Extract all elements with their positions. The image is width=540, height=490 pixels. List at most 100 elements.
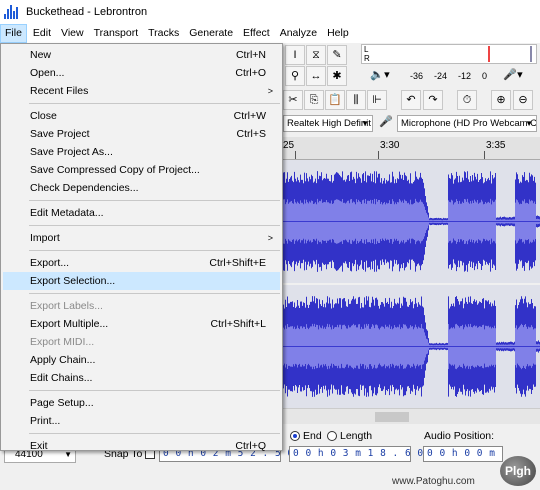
menu-item-save-compressed[interactable]: Save Compressed Copy of Project...: [1, 161, 282, 179]
menu-tracks[interactable]: Tracks: [144, 24, 183, 43]
menu-item-new[interactable]: New Ctrl+N: [1, 46, 282, 64]
timeshift-tool-icon[interactable]: ↔: [306, 66, 326, 86]
envelope-tool-icon[interactable]: ⧖: [306, 45, 326, 65]
menu-item-label: Edit Chains...: [30, 372, 93, 384]
menu-item-label: Save Project: [30, 128, 90, 140]
chevron-right-icon: >: [267, 86, 273, 96]
zoom-in-icon[interactable]: ⊕: [491, 90, 511, 110]
menu-file[interactable]: File: [0, 24, 27, 43]
db-label-36: -36: [410, 71, 424, 81]
selection-tool-icon[interactable]: I: [285, 45, 305, 65]
menu-item-label: Save Project As...: [30, 146, 113, 158]
selection-end-time[interactable]: 0 0 h 0 3 m 1 8 . 6 0 8 s: [289, 446, 448, 462]
menu-item-edit-chains[interactable]: Edit Chains...: [1, 369, 282, 387]
menu-item-label: Recent Files: [30, 85, 89, 97]
cut-icon[interactable]: ✂: [283, 90, 303, 110]
ruler-tick: [378, 151, 379, 159]
timeline-ruler[interactable]: 25 3:30 3:35: [283, 137, 540, 160]
menu-item-check-dependencies[interactable]: Check Dependencies...: [1, 179, 282, 197]
audacity-window: { "window": { "title": "Buckethead - Leb…: [0, 0, 540, 490]
menu-item-export-multiple[interactable]: Export Multiple... Ctrl+Shift+L: [1, 315, 282, 333]
menu-item-close[interactable]: Close Ctrl+W: [1, 107, 282, 125]
zoom-tool-icon[interactable]: ⚲: [285, 66, 305, 86]
menu-item-shortcut: Ctrl+S: [236, 128, 266, 140]
horizontal-scrollbar[interactable]: [283, 408, 540, 424]
menu-item-label: Save Compressed Copy of Project...: [30, 164, 200, 176]
db-label-12: -12: [458, 71, 472, 81]
menu-item-label: Export Selection...: [30, 275, 116, 287]
menu-item-shortcut: Ctrl+Q: [235, 440, 266, 452]
menu-separator: [29, 390, 280, 391]
file-menu-dropdown: New Ctrl+N Open... Ctrl+O Recent Files > Cl…: [0, 43, 283, 452]
menu-item-label: Close: [30, 110, 57, 122]
audacity-logo-icon: [4, 5, 20, 19]
waveform-track-left[interactable]: [283, 160, 540, 283]
microphone-icon: 🎤: [379, 116, 393, 128]
redo-icon[interactable]: ↷: [423, 90, 443, 110]
menu-item-save-project[interactable]: Save Project Ctrl+S: [1, 125, 282, 143]
menu-item-edit-metadata[interactable]: Edit Metadata...: [1, 204, 282, 222]
meter-peak-marker: [488, 46, 490, 62]
menu-item-label: Print...: [30, 415, 61, 427]
microphone-volume-icon[interactable]: 🎤▾: [493, 66, 533, 86]
waveform-track-right[interactable]: [283, 285, 540, 408]
menu-item-label: Export...: [30, 257, 70, 269]
paste-icon[interactable]: 📋: [325, 90, 345, 110]
menu-item-label: Edit Metadata...: [30, 207, 104, 219]
length-radio-button[interactable]: [327, 431, 337, 441]
trim-icon[interactable]: ⫼: [346, 90, 366, 110]
undo-icon[interactable]: ↶: [401, 90, 421, 110]
sync-lock-icon[interactable]: ⏱: [457, 90, 477, 110]
zoom-out-icon[interactable]: ⊖: [513, 90, 533, 110]
menu-item-export-labels[interactable]: Export Labels...: [1, 297, 282, 315]
multi-tool-icon[interactable]: ✱: [327, 66, 347, 86]
ruler-label: 3:35: [486, 140, 506, 151]
menu-analyze[interactable]: Analyze: [276, 24, 321, 43]
menu-view[interactable]: View: [57, 24, 88, 43]
menu-item-export-selection[interactable]: Export Selection...: [3, 272, 280, 290]
speaker-volume-icon[interactable]: 🔈▾: [363, 66, 397, 86]
watermark-logo: Plgh: [500, 456, 536, 486]
output-device-value: Realtek High Definit: [287, 118, 371, 129]
menu-item-export-midi[interactable]: Export MIDI...: [1, 333, 282, 351]
menu-item-label: Open...: [30, 67, 65, 79]
menu-item-label: Export Multiple...: [30, 318, 109, 330]
audio-position-time[interactable]: 0 0 h 0 0 m: [423, 446, 503, 462]
menu-item-export[interactable]: Export... Ctrl+Shift+E: [1, 254, 282, 272]
menu-item-label: Import: [30, 232, 60, 244]
menu-item-open[interactable]: Open... Ctrl+O: [1, 64, 282, 82]
input-device-select[interactable]: Microphone (HD Pro Webcam C ▼: [397, 115, 537, 132]
menu-effect[interactable]: Effect: [239, 24, 274, 43]
menu-item-exit[interactable]: Exit Ctrl+Q: [1, 437, 282, 455]
menu-item-label: New: [30, 49, 52, 61]
ruler-tick: [484, 151, 485, 159]
length-radio[interactable]: Length: [327, 430, 372, 442]
audio-position-value: 0 0 h 0 0 m: [427, 448, 496, 459]
end-radio[interactable]: End: [290, 430, 322, 442]
end-radio-button[interactable]: [290, 431, 300, 441]
menu-item-import[interactable]: Import >: [1, 229, 282, 247]
menu-item-label: Export Labels...: [30, 300, 103, 312]
meter-right-label: R: [364, 54, 370, 63]
menu-item-label: Check Dependencies...: [30, 182, 139, 194]
menu-item-print[interactable]: Print...: [1, 412, 282, 430]
recording-meter[interactable]: L R: [361, 44, 537, 64]
output-device-select[interactable]: Realtek High Definit ▼: [283, 115, 373, 132]
menu-separator: [29, 103, 280, 104]
menu-edit[interactable]: Edit: [29, 24, 55, 43]
menu-transport[interactable]: Transport: [90, 24, 143, 43]
menu-help[interactable]: Help: [323, 24, 353, 43]
menu-item-apply-chain[interactable]: Apply Chain...: [1, 351, 282, 369]
menu-generate[interactable]: Generate: [185, 24, 237, 43]
menu-separator: [29, 293, 280, 294]
menu-separator: [29, 433, 280, 434]
menu-item-page-setup[interactable]: Page Setup...: [1, 394, 282, 412]
draw-tool-icon[interactable]: ✎: [327, 45, 347, 65]
scrollbar-thumb[interactable]: [375, 412, 409, 422]
menu-item-shortcut: Ctrl+N: [235, 49, 266, 61]
copy-icon[interactable]: ⎘: [304, 90, 324, 110]
menu-item-recent-files[interactable]: Recent Files >: [1, 82, 282, 100]
menu-item-save-project-as[interactable]: Save Project As...: [1, 143, 282, 161]
silence-icon[interactable]: ⊩: [367, 90, 387, 110]
menu-separator: [29, 200, 280, 201]
